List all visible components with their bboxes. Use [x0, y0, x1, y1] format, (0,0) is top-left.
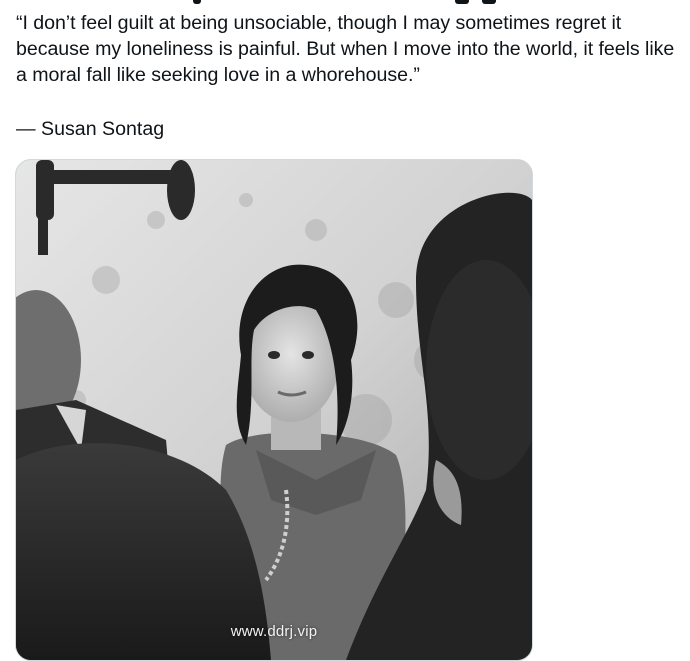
previous-line-fragment	[0, 0, 690, 6]
quote-author: — Susan Sontag	[16, 118, 165, 140]
quote-text: “I don’t feel guilt at being unsociable,…	[16, 12, 675, 86]
photo-watermark: www.ddrj.vip	[230, 623, 318, 640]
post-photo[interactable]: www.ddrj.vip	[15, 159, 533, 661]
photo-illustration	[16, 160, 532, 660]
